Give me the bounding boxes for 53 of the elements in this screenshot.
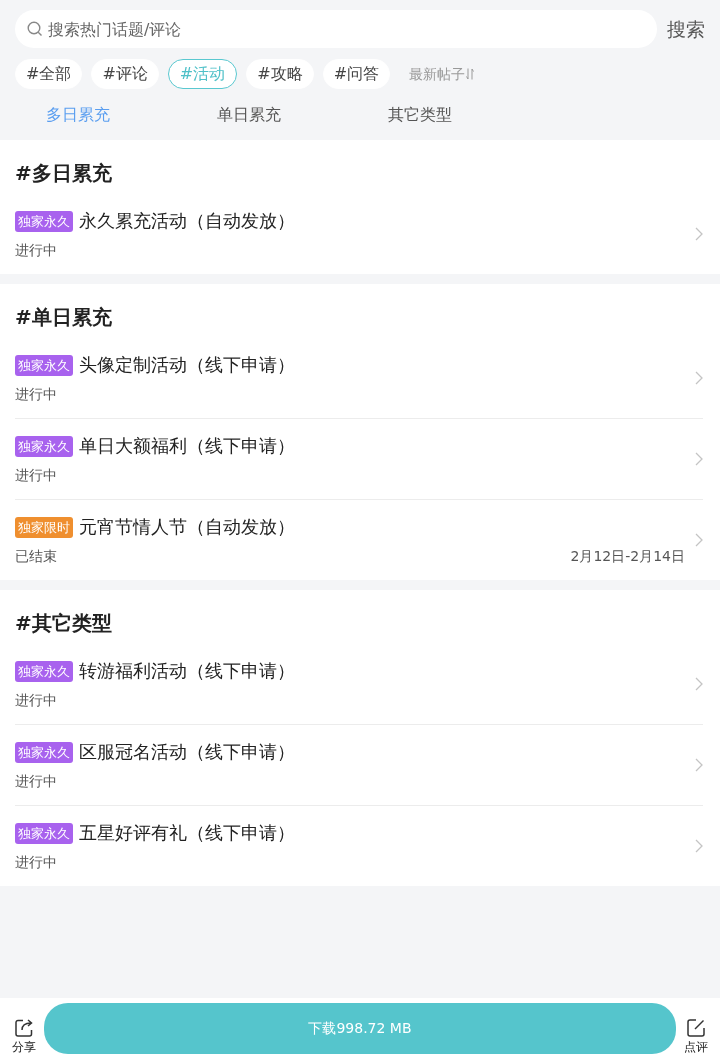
section-title: #多日累充 <box>14 160 113 187</box>
activity-item[interactable]: 独家限时 元宵节情人节（自动发放） 已结束 2月12日-2月14日 <box>15 500 703 580</box>
activity-tag: 独家永久 <box>15 741 73 763</box>
activity-title: 五星好评有礼（线下申请） <box>79 822 295 844</box>
activity-item[interactable]: 独家永久 区服冠名活动（线下申请） 进行中 <box>15 725 703 806</box>
activity-title: 永久累充活动（自动发放） <box>79 210 295 232</box>
activity-title: 转游福利活动（线下申请） <box>79 660 295 682</box>
search-button[interactable]: 搜索 <box>667 19 705 39</box>
activity-status: 进行中 <box>15 385 57 404</box>
share-icon <box>14 1017 34 1038</box>
activity-tag: 独家永久 <box>15 435 73 457</box>
activity-title: 头像定制活动（线下申请） <box>79 354 295 376</box>
activity-status: 进行中 <box>15 853 57 872</box>
activity-item[interactable]: 独家永久 转游福利活动（线下申请） 进行中 <box>15 644 703 725</box>
filter-chip[interactable]: #全部 <box>15 59 83 89</box>
filter-chip[interactable]: #评论 <box>91 59 159 89</box>
share-button[interactable]: 分享 <box>7 1003 41 1054</box>
activity-status: 进行中 <box>15 691 57 710</box>
activity-tag: 独家限时 <box>15 516 73 538</box>
edit-icon <box>686 1017 706 1038</box>
activity-item[interactable]: 独家永久 永久累充活动（自动发放） 进行中 <box>15 194 703 274</box>
filter-chip[interactable]: #问答 <box>322 59 391 89</box>
chevron-right-icon <box>695 677 703 691</box>
activity-status: 进行中 <box>15 466 57 485</box>
sort-icon <box>466 68 475 80</box>
review-button[interactable]: 点评 <box>679 1003 713 1054</box>
section-title: #单日累充 <box>14 304 113 331</box>
search-field[interactable]: 搜索热门话题/评论 <box>15 10 657 48</box>
activity-status: 进行中 <box>15 241 57 260</box>
activity-date: 2月12日-2月14日 <box>570 547 685 566</box>
category-tab[interactable]: 其它类型 <box>388 106 452 123</box>
activity-title: 区服冠名活动（线下申请） <box>79 741 295 763</box>
search-icon <box>27 21 43 37</box>
chevron-right-icon <box>695 371 703 385</box>
activity-item[interactable]: 独家永久 单日大额福利（线下申请） 进行中 <box>15 419 703 500</box>
chevron-right-icon <box>695 227 703 241</box>
chevron-right-icon <box>695 839 703 853</box>
activity-item[interactable]: 独家永久 五星好评有礼（线下申请） 进行中 <box>15 806 703 886</box>
section-title: #其它类型 <box>14 610 113 637</box>
chevron-right-icon <box>695 533 703 547</box>
chevron-right-icon <box>695 758 703 772</box>
filter-chip[interactable]: #攻略 <box>246 59 314 89</box>
activity-title: 单日大额福利（线下申请） <box>79 435 295 457</box>
activity-tag: 独家永久 <box>15 210 73 232</box>
activity-tag: 独家永久 <box>15 354 73 376</box>
activity-item[interactable]: 独家永久 头像定制活动（线下申请） 进行中 <box>15 338 703 419</box>
activity-tag: 独家永久 <box>15 822 73 844</box>
activity-status: 已结束 <box>15 547 57 566</box>
activity-tag: 独家永久 <box>15 660 73 682</box>
chevron-right-icon <box>695 452 703 466</box>
category-tab[interactable]: 单日累充 <box>217 106 281 123</box>
activity-title: 元宵节情人节（自动发放） <box>79 516 295 538</box>
activity-status: 进行中 <box>15 772 57 791</box>
